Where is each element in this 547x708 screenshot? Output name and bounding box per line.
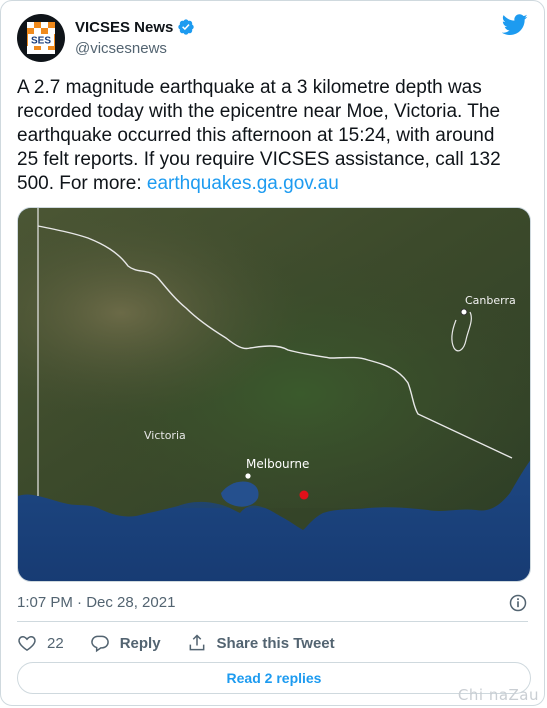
read-replies-button[interactable]: Read 2 replies [17, 662, 531, 694]
like-button[interactable]: 22 [17, 633, 64, 653]
ses-logo-icon: SES [27, 22, 55, 54]
author-name-row[interactable]: VICSES News [75, 18, 195, 36]
tweet-header: SES VICSES News @vicsesnews [17, 12, 528, 62]
canberra-label: Canberra [465, 294, 516, 307]
tweet-card: SES VICSES News @vicsesnews A 2.7 magnit… [0, 0, 545, 706]
watermark: Chi naZau [457, 686, 539, 704]
like-count: 22 [47, 634, 64, 652]
epicentre-marker [299, 490, 309, 500]
author-display-name[interactable]: VICSES News [75, 19, 173, 36]
reply-label: Reply [119, 634, 161, 652]
reply-button[interactable]: Reply [90, 633, 161, 653]
satellite-map: Canberra Victoria Melbourne [18, 208, 530, 581]
melbourne-marker [245, 473, 251, 479]
heart-icon [18, 635, 36, 651]
avatar[interactable]: SES [17, 14, 65, 62]
author-handle[interactable]: @vicsesnews [75, 40, 167, 57]
tweet-text: A 2.7 magnitude earthquake at a 3 kilome… [17, 76, 517, 196]
share-button[interactable]: Share this Tweet [187, 633, 335, 653]
victoria-label: Victoria [144, 429, 186, 442]
twitter-bird-icon[interactable] [502, 14, 528, 36]
melbourne-label: Melbourne [246, 457, 309, 471]
share-icon [189, 634, 204, 651]
reply-icon [90, 635, 109, 653]
info-icon[interactable] [508, 593, 528, 613]
tweet-media-map[interactable]: Canberra Victoria Melbourne [17, 207, 531, 582]
canberra-marker [460, 308, 468, 316]
avatar-text: SES [31, 36, 51, 47]
tweet-timestamp[interactable]: 1:07 PM · Dec 28, 2021 [17, 594, 175, 611]
tweet-actions: 22 Reply Share this Tweet [17, 631, 361, 655]
tweet-meta: 1:07 PM · Dec 28, 2021 [17, 593, 528, 613]
verified-badge-icon [178, 19, 195, 35]
divider [17, 621, 528, 622]
tweet-link[interactable]: earthquakes.ga.gov.au [147, 173, 339, 194]
share-label: Share this Tweet [216, 634, 335, 652]
